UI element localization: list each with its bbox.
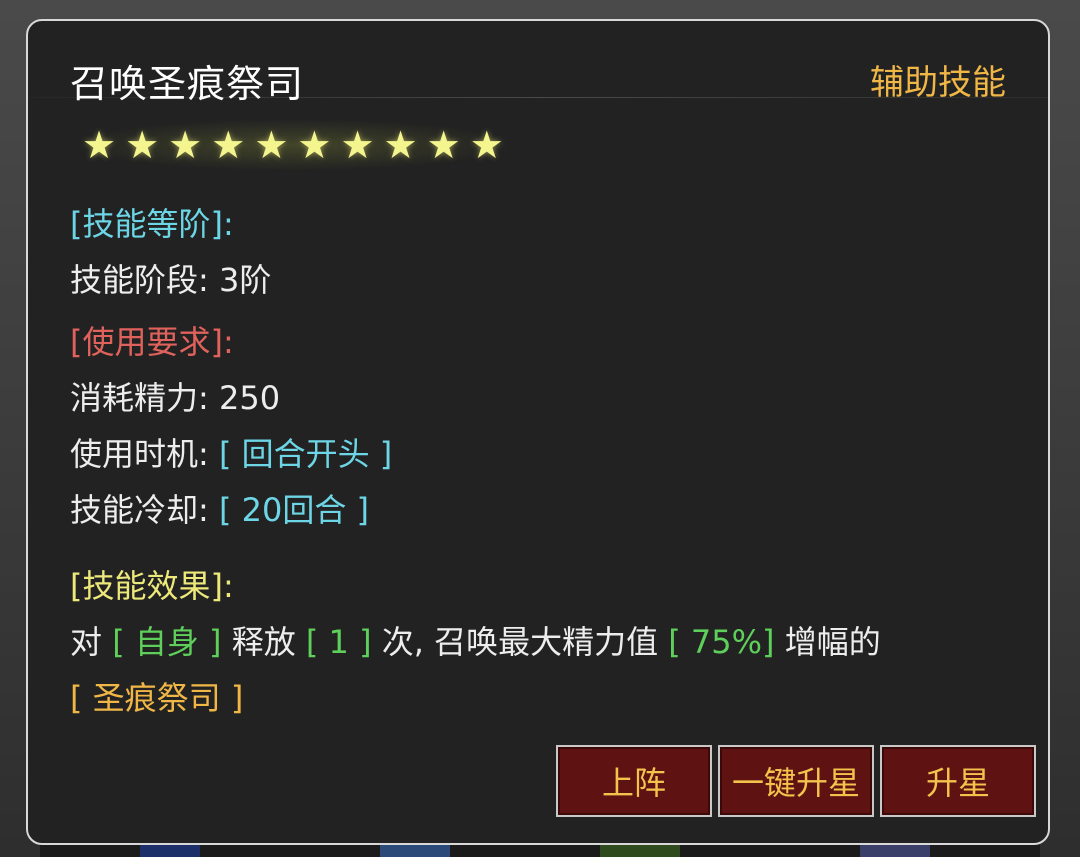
cooldown-value: [ 20回合 ]	[218, 491, 370, 529]
star-icon: ★	[469, 123, 504, 167]
timing-label: 使用时机:	[70, 435, 219, 473]
cost-row: 消耗精力: 250	[70, 373, 280, 419]
effect-target: [ 自身 ]	[112, 623, 222, 661]
cost-value: 250	[218, 379, 281, 417]
deploy-button[interactable]: 上阵	[556, 745, 712, 817]
star-icon: ★	[168, 123, 203, 167]
star-icon: ★	[211, 123, 246, 167]
effect-text: 释放	[221, 623, 306, 661]
level-label: 技能阶段:	[70, 261, 219, 299]
star-up-button[interactable]: 升星	[880, 745, 1036, 817]
effect-line-2: [ 圣痕祭司 ]	[70, 673, 243, 719]
cooldown-row: 技能冷却: [ 20回合 ]	[70, 485, 369, 531]
skill-detail-popup: 召唤圣痕祭司 辅助技能 ★ ★ ★ ★ ★ ★ ★ ★ ★ ★ [技能等阶]: …	[26, 19, 1050, 845]
level-row: 技能阶段: 3阶	[70, 255, 271, 301]
effect-percent: [ 75%]	[668, 623, 775, 661]
level-section-header: [技能等阶]:	[70, 205, 234, 243]
effect-summon-name: [ 圣痕祭司 ]	[70, 679, 244, 717]
one-click-star-up-button[interactable]: 一键升星	[718, 745, 874, 817]
level-value: 3阶	[218, 261, 272, 299]
cost-label: 消耗精力:	[70, 379, 219, 417]
star-rating: ★ ★ ★ ★ ★ ★ ★ ★ ★ ★	[72, 119, 514, 171]
star-icon: ★	[340, 123, 375, 167]
timing-row: 使用时机: [ 回合开头 ]	[70, 429, 392, 475]
effect-text: 次, 召唤最大精力值	[371, 623, 669, 661]
star-icon: ★	[82, 123, 117, 167]
skill-name: 召唤圣痕祭司	[70, 62, 305, 106]
star-icon: ★	[125, 123, 160, 167]
header-divider	[28, 97, 1048, 98]
effect-text: 增幅的	[774, 623, 881, 661]
effect-line-1: 对 [ 自身 ] 释放 [ 1 ] 次, 召唤最大精力值 [ 75%] 增幅的	[70, 617, 881, 663]
star-icon: ★	[426, 123, 461, 167]
cooldown-label: 技能冷却:	[70, 491, 219, 529]
effect-text: 对	[70, 623, 113, 661]
requirement-section-header: [使用要求]:	[70, 323, 234, 361]
star-icon: ★	[254, 123, 289, 167]
effect-section-header: [技能效果]:	[70, 567, 234, 605]
star-icon: ★	[383, 123, 418, 167]
star-icon: ★	[297, 123, 332, 167]
timing-value: [ 回合开头 ]	[218, 435, 393, 473]
effect-count: [ 1 ]	[305, 623, 372, 661]
